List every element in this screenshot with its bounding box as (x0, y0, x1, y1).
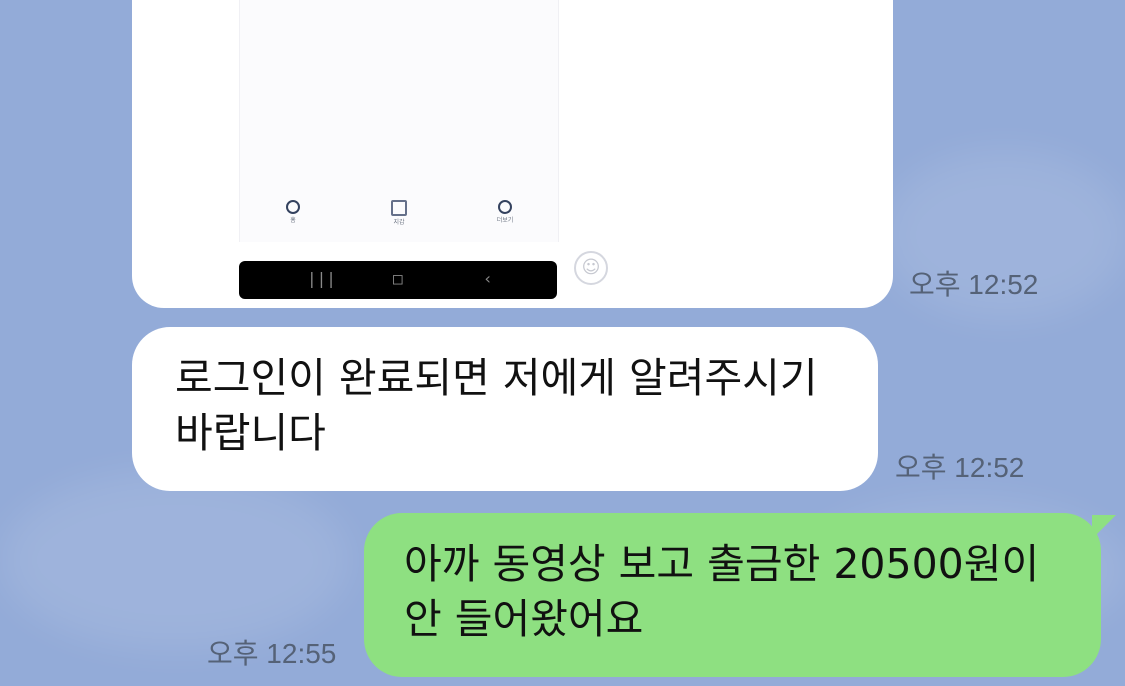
background-cloud (0, 470, 350, 650)
screenshot-bottom-nav: 홈 지갑 더보기 (240, 200, 558, 242)
screenshot-nav-label: 지갑 (393, 219, 405, 226)
wallet-icon (391, 200, 407, 216)
back-icon: ‹ (483, 269, 493, 288)
screenshot-nav-wallet: 지갑 (379, 200, 419, 226)
received-message-bubble[interactable]: 로그인이 완료되면 저에게 알려주시기 바랍니다 (132, 327, 878, 491)
more-icon (498, 200, 512, 214)
sent-message-bubble[interactable]: 아까 동영상 보고 출금한 20500원이 안 들어왔어요 (364, 513, 1101, 677)
message-text: 로그인이 완료되면 저에게 알려주시기 바랍니다 (175, 354, 818, 457)
screenshot-nav-more: 더보기 (485, 200, 525, 224)
smiley-icon[interactable]: ☺ (574, 251, 608, 285)
screenshot-nav-home: 홈 (273, 200, 313, 224)
message-time: 오후 12:52 (895, 452, 1025, 483)
message-time: 오후 12:52 (909, 269, 1039, 300)
shared-screenshot[interactable]: 홈 지갑 더보기 (239, 0, 559, 242)
image-message-bubble[interactable]: 홈 지갑 더보기 ||| □ ‹ (132, 0, 893, 308)
home-icon: □ (393, 269, 403, 288)
message-text: 아까 동영상 보고 출금한 20500원이 안 들어왔어요 (404, 540, 1040, 643)
message-time: 오후 12:55 (207, 638, 337, 669)
screenshot-nav-label: 홈 (290, 217, 296, 224)
screenshot-nav-label: 더보기 (496, 217, 514, 224)
screenshot-android-navigation-bar: ||| □ ‹ (239, 261, 557, 299)
recents-icon: ||| (307, 269, 336, 288)
home-icon (286, 200, 300, 214)
